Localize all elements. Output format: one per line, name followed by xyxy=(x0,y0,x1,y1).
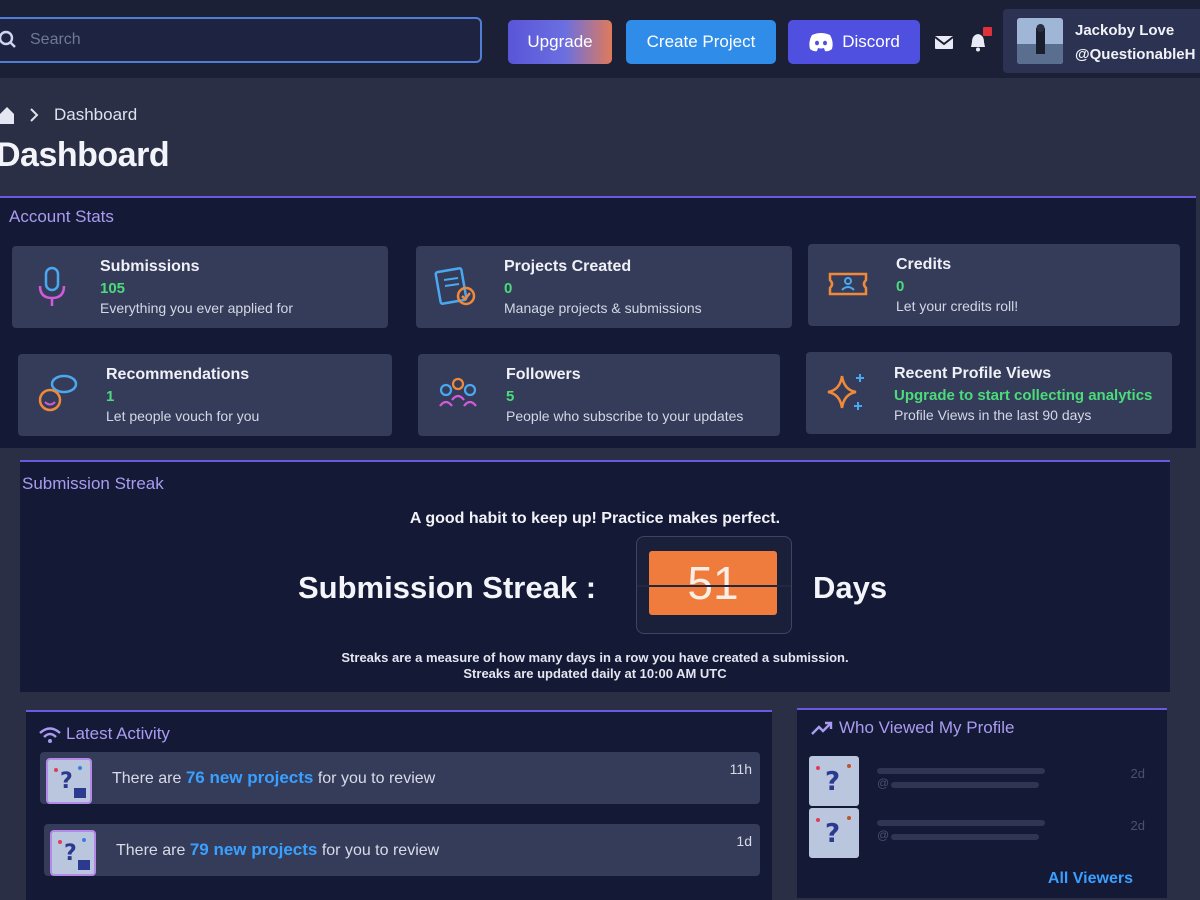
svg-text:?: ? xyxy=(825,767,840,797)
flip-divider xyxy=(637,585,791,587)
latest-activity-panel: Latest Activity ? There are 76 new proje… xyxy=(26,710,772,900)
clipboard-check-icon xyxy=(434,267,476,306)
stat-label: Followers xyxy=(506,366,581,383)
discord-label: Discord xyxy=(842,32,900,51)
streak-counter: 51 xyxy=(636,536,792,634)
streak-note: Streaks are a measure of how many days i… xyxy=(341,650,849,665)
viewer-handle-prefix: @ xyxy=(877,776,890,790)
stat-description: People who subscribe to your updates xyxy=(506,408,744,424)
stat-description: Everything you ever applied for xyxy=(100,300,293,316)
account-stats-title: Account Stats xyxy=(9,207,114,226)
stat-label: Projects Created xyxy=(504,258,632,275)
activity-time: 1d xyxy=(736,833,752,849)
discord-button[interactable]: Discord xyxy=(788,20,920,64)
sparkle-icon xyxy=(827,374,864,410)
who-viewed-panel: Who Viewed My Profile ? @ 2d ? @ 2d All … xyxy=(797,708,1167,898)
people-group-icon xyxy=(439,377,477,407)
profile-handle: @QuestionableH xyxy=(1075,46,1196,63)
stat-value: 0 xyxy=(896,278,905,295)
chat-person-icon xyxy=(38,374,78,412)
svg-text:?: ? xyxy=(60,769,73,794)
stat-card-projects-created[interactable]: Projects Created 0 Manage projects & sub… xyxy=(416,246,792,328)
streak-label: Submission Streak : xyxy=(298,570,597,605)
svg-text:?: ? xyxy=(825,819,840,849)
viewer-time: 2d xyxy=(1130,818,1145,833)
stat-description: Manage projects & submissions xyxy=(504,300,702,316)
activity-item[interactable]: ? There are 76 new projects for you to r… xyxy=(40,752,760,804)
stat-card-recent-profile-views[interactable]: Recent Profile Views Upgrade to start co… xyxy=(806,352,1172,434)
project-placeholder-icon: ? xyxy=(46,758,92,804)
top-bar: Search Upgrade Create Project Discord Ja… xyxy=(0,0,1200,78)
activity-item[interactable]: ? There are 79 new projects for you to r… xyxy=(44,824,760,876)
breadcrumb: Dashboard xyxy=(0,105,137,125)
project-placeholder-icon: ? xyxy=(50,830,96,876)
viewer-handle-prefix: @ xyxy=(877,828,890,842)
activity-time: 11h xyxy=(729,761,752,777)
submission-streak-panel: Submission Streak A good habit to keep u… xyxy=(20,460,1170,692)
streak-subtitle: A good habit to keep up! Practice makes … xyxy=(409,510,781,527)
page-title: Dashboard xyxy=(0,136,170,174)
stat-value: 1 xyxy=(106,388,115,405)
stat-label: Recommendations xyxy=(106,366,250,383)
stat-card-recommendations[interactable]: Recommendations 1 Let people vouch for y… xyxy=(18,354,392,436)
stat-card-followers[interactable]: Followers 5 People who subscribe to your… xyxy=(418,354,780,436)
avatar xyxy=(1017,18,1063,64)
stat-card-credits[interactable]: Credits 0 Let your credits roll! xyxy=(808,244,1180,326)
chevron-right-icon xyxy=(30,108,39,122)
home-icon[interactable] xyxy=(0,106,14,124)
all-viewers-link[interactable]: All Viewers xyxy=(1048,870,1133,888)
stat-label: Submissions xyxy=(100,258,200,275)
upgrade-analytics-link[interactable]: Upgrade to start collecting analytics xyxy=(894,387,1152,404)
activity-text: There are 79 new projects for you to rev… xyxy=(116,840,440,859)
svg-text:?: ? xyxy=(64,841,77,866)
search-box[interactable]: Search xyxy=(0,17,482,63)
viewer-name-placeholder xyxy=(877,820,1045,826)
activity-text: There are 76 new projects for you to rev… xyxy=(112,768,436,787)
viewer-avatar: ? xyxy=(809,808,859,858)
user-profile-menu[interactable]: Jackoby Love @QuestionableH xyxy=(1003,9,1200,73)
create-project-button[interactable]: Create Project xyxy=(626,20,776,64)
profile-name: Jackoby Love xyxy=(1075,22,1175,39)
wifi-icon xyxy=(39,727,61,743)
viewer-handle-placeholder xyxy=(891,782,1039,788)
stat-value: 0 xyxy=(504,280,513,297)
viewer-handle-placeholder xyxy=(891,834,1039,840)
streak-unit: Days xyxy=(813,570,888,605)
viewer-time: 2d xyxy=(1130,766,1145,781)
stat-label: Recent Profile Views xyxy=(894,365,1052,382)
streak-panel-title: Submission Streak xyxy=(22,474,164,493)
discord-icon xyxy=(809,33,833,52)
stat-label: Credits xyxy=(896,256,952,273)
latest-activity-title: Latest Activity xyxy=(66,724,170,743)
microphone-icon xyxy=(38,266,66,306)
upgrade-button[interactable]: Upgrade xyxy=(508,20,612,64)
search-icon xyxy=(0,30,16,48)
breadcrumb-current[interactable]: Dashboard xyxy=(54,105,137,125)
stat-description: Let your credits roll! xyxy=(896,298,1019,314)
search-input[interactable]: Search xyxy=(30,31,81,49)
viewer-name-placeholder xyxy=(877,768,1045,774)
new-projects-link[interactable]: 76 new projects xyxy=(186,768,314,787)
ticket-icon xyxy=(828,272,868,296)
viewer-avatar: ? xyxy=(809,756,859,806)
new-projects-link[interactable]: 79 new projects xyxy=(190,840,318,859)
account-stats-panel: Account Stats Submissions 105 Everything… xyxy=(0,196,1196,448)
streak-count: 51 xyxy=(649,551,777,615)
streak-update-note: Streaks are updated daily at 10:00 AM UT… xyxy=(463,666,727,681)
stat-value: 105 xyxy=(100,280,126,297)
stat-description: Let people vouch for you xyxy=(106,408,260,424)
viewer-item[interactable]: ? @ 2d xyxy=(809,808,1149,858)
notification-badge xyxy=(983,27,992,36)
mail-icon[interactable] xyxy=(934,32,954,52)
who-viewed-title: Who Viewed My Profile xyxy=(839,718,1015,737)
stat-description: Profile Views in the last 90 days xyxy=(894,407,1092,423)
stat-value: 5 xyxy=(506,388,515,405)
trending-up-icon xyxy=(811,721,833,735)
viewer-item[interactable]: ? @ 2d xyxy=(809,756,1149,806)
stat-card-submissions[interactable]: Submissions 105 Everything you ever appl… xyxy=(12,246,388,328)
